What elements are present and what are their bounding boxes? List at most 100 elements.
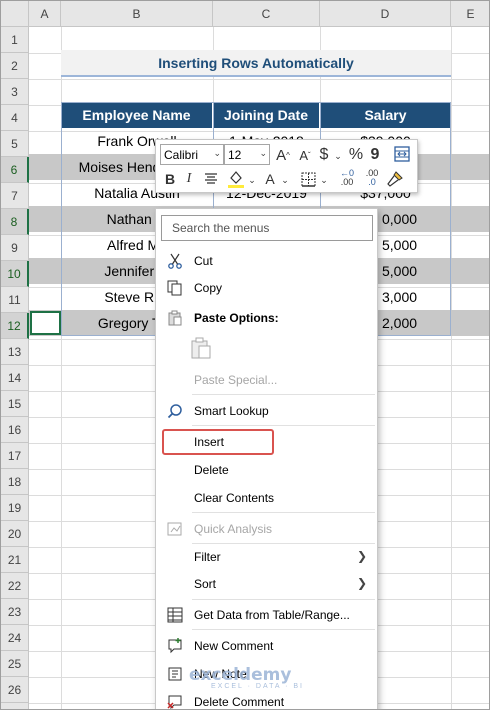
row-header-18[interactable]: 18 (1, 469, 29, 495)
row-header-4[interactable]: 4 (1, 105, 29, 131)
row-header-20[interactable]: 20 (1, 521, 29, 547)
clipboard-icon (191, 337, 211, 359)
menu-item-sort[interactable]: Sort ❯ (156, 571, 377, 597)
bold-icon: B (164, 171, 176, 187)
row-header-10[interactable]: 10 (1, 261, 29, 287)
sheet-title[interactable]: Inserting Rows Automatically (61, 50, 451, 77)
paste-option-default[interactable] (190, 334, 220, 362)
note-icon (165, 665, 185, 683)
menu-item-new-comment[interactable]: New Comment (156, 633, 377, 659)
row-header-11[interactable]: 11 (1, 287, 29, 313)
merge-center-button[interactable] (393, 145, 411, 163)
menu-item-paste-special[interactable]: Paste Special... (156, 367, 377, 393)
menu-item-label: Clear Contents (194, 491, 275, 505)
row-header-2[interactable]: 2 (1, 53, 29, 79)
select-all-corner[interactable] (1, 1, 29, 27)
bold-button[interactable]: B (162, 168, 178, 190)
active-cell-a12[interactable] (30, 311, 61, 335)
font-name-box[interactable]: Calibri ⌄ (160, 144, 224, 165)
chevron-down-icon[interactable]: ⌄ (333, 145, 343, 167)
italic-icon: I (186, 171, 192, 186)
cell-salary[interactable]: 3,000 (378, 284, 451, 310)
row-header-24[interactable]: 24 (1, 625, 29, 651)
row-header-22[interactable]: 22 (1, 573, 29, 599)
row-header-8[interactable]: 8 (1, 209, 29, 235)
menu-item-label: Cut (194, 254, 213, 268)
chevron-down-icon: ⌄ (213, 148, 221, 158)
menu-item-label: New Comment (194, 639, 274, 653)
cell-salary[interactable]: 0,000 (378, 206, 451, 232)
borders-button[interactable] (299, 168, 317, 190)
menu-search-placeholder: Search the menus (172, 221, 270, 235)
percent-style-button[interactable]: % (346, 144, 366, 166)
cell-salary[interactable]: 5,000 (378, 258, 451, 284)
font-size-box[interactable]: 12 ⌄ (224, 144, 270, 165)
row-header-6[interactable]: 6 (1, 157, 29, 183)
row-header-3[interactable]: 3 (1, 79, 29, 105)
row-header-26[interactable]: 26 (1, 677, 29, 703)
align-center-button[interactable] (202, 168, 220, 190)
row-header-13[interactable]: 13 (1, 339, 29, 365)
currency-format-button[interactable]: $ (316, 144, 332, 166)
menu-item-delete-comment[interactable]: Delete Comment (156, 689, 377, 709)
menu-item-smart-lookup[interactable]: Smart Lookup (156, 398, 377, 424)
row-header-12[interactable]: 12 (1, 313, 29, 339)
menu-separator (192, 599, 375, 600)
search-icon (165, 402, 185, 420)
row-header-7[interactable]: 7 (1, 183, 29, 209)
increase-decimal-button[interactable]: ←0.00 (336, 167, 358, 189)
row-header-25[interactable]: 25 (1, 651, 29, 677)
font-name-value: Calibri (164, 147, 199, 162)
fill-color-icon (228, 171, 244, 188)
row-header-1[interactable]: 1 (1, 27, 29, 53)
table-header-employee-name[interactable]: Employee Name (61, 102, 213, 128)
menu-search-box[interactable]: Search the menus (161, 215, 373, 241)
watermark-brand: exceldemy (189, 665, 292, 685)
menu-separator (192, 512, 375, 513)
row-header-5[interactable]: 5 (1, 131, 29, 157)
menu-item-quick-analysis[interactable]: Quick Analysis (156, 516, 377, 542)
format-painter-button[interactable] (385, 168, 405, 190)
column-header-d[interactable]: D (320, 1, 451, 27)
menu-item-get-data[interactable]: Get Data from Table/Range... (156, 602, 377, 628)
gridline (451, 27, 452, 709)
row-header-17[interactable]: 17 (1, 443, 29, 469)
decrease-font-size-button[interactable]: Aˇ (295, 144, 315, 166)
fill-color-button[interactable] (226, 168, 246, 190)
cell-salary[interactable]: 2,000 (378, 310, 451, 336)
menu-item-label: Smart Lookup (194, 404, 269, 418)
menu-item-copy[interactable]: Copy (156, 275, 377, 301)
menu-item-label: Filter (194, 550, 221, 564)
font-color-button[interactable]: A (262, 168, 278, 190)
column-header-a[interactable]: A (29, 1, 61, 27)
cell-salary[interactable]: 5,000 (378, 232, 451, 258)
row-header-15[interactable]: 15 (1, 391, 29, 417)
column-header-c[interactable]: C (213, 1, 320, 27)
menu-item-cut[interactable]: Cut (156, 248, 377, 274)
italic-button[interactable]: I (182, 168, 196, 190)
row-header-21[interactable]: 21 (1, 547, 29, 573)
menu-item-label: Sort (194, 577, 217, 591)
excel-window: A B C D E Inserting Rows Automatically E… (0, 0, 490, 710)
menu-item-clear-contents[interactable]: Clear Contents (156, 485, 377, 511)
comma-style-button[interactable]: 9 (368, 144, 382, 166)
row-header-14[interactable]: 14 (1, 365, 29, 391)
row-header-16[interactable]: 16 (1, 417, 29, 443)
row-header-27[interactable]: 27 (1, 703, 29, 709)
row-header-9[interactable]: 9 (1, 235, 29, 261)
menu-separator (192, 394, 375, 395)
menu-item-delete[interactable]: Delete (156, 457, 377, 483)
column-header-b[interactable]: B (61, 1, 213, 27)
table-header-salary[interactable]: Salary (320, 102, 451, 128)
row-header-19[interactable]: 19 (1, 495, 29, 521)
font-color-icon: A (265, 171, 275, 187)
row-header-23[interactable]: 23 (1, 599, 29, 625)
column-header-e[interactable]: E (451, 1, 489, 27)
chevron-down-icon[interactable]: ⌄ (280, 169, 290, 191)
table-header-joining-date[interactable]: Joining Date (213, 102, 320, 128)
chevron-down-icon[interactable]: ⌄ (247, 169, 257, 191)
decrease-decimal-button[interactable]: .00.0 (361, 167, 383, 189)
chevron-down-icon[interactable]: ⌄ (319, 169, 329, 191)
menu-item-filter[interactable]: Filter ❯ (156, 544, 377, 570)
increase-font-size-button[interactable]: A ^ (273, 144, 293, 166)
